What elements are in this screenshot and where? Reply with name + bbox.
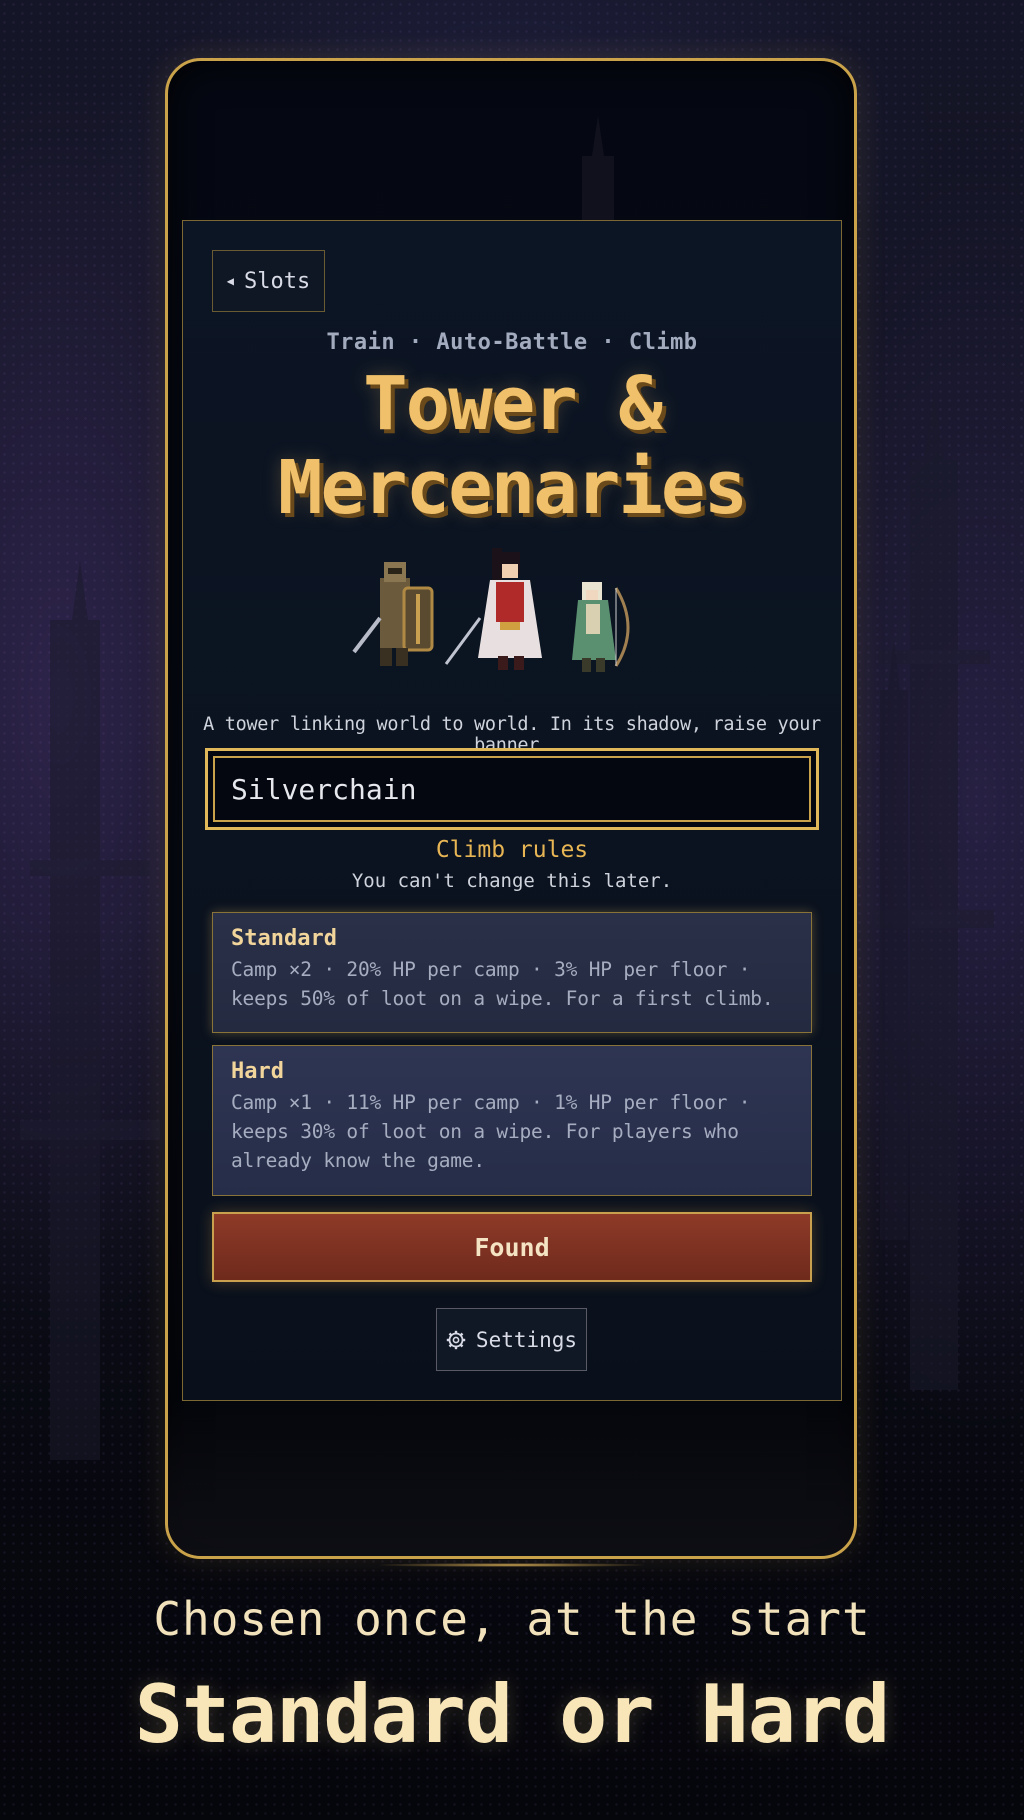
tower-silhouette <box>582 116 614 236</box>
climb-rules-heading: Climb rules <box>435 837 589 863</box>
knight-sprite <box>352 562 434 666</box>
slots-label: Slots <box>244 268 311 294</box>
rule-option-standard[interactable]: Standard Camp ×2 · 20% HP per camp · 3% … <box>212 912 812 1033</box>
gear-icon <box>446 1330 466 1349</box>
option-description: Camp ×2 · 20% HP per camp · 3% HP per fl… <box>231 958 774 1010</box>
phone-bottom-shade <box>168 1396 854 1556</box>
elf-archer-sprite <box>572 582 630 672</box>
castle-silhouette-right-2 <box>880 640 908 1240</box>
option-title: Hard <box>231 1059 284 1084</box>
settings-label: Settings <box>475 1327 578 1352</box>
mercenary-company-name-field[interactable] <box>205 748 819 830</box>
climb-rules-note: You can't change this later. <box>351 870 673 892</box>
tagline: Train · Auto-Battle · Climb <box>326 330 698 355</box>
samurai-sprite <box>444 548 542 670</box>
game-title-line-2: Mercenaries <box>277 445 748 531</box>
name-input[interactable] <box>231 772 793 806</box>
back-arrow-icon: ◀ <box>226 274 234 288</box>
rule-option-hard[interactable]: Hard Camp ×1 · 11% HP per camp · 1% HP p… <box>212 1045 812 1196</box>
caption-line-1: Chosen once, at the start <box>153 1592 871 1646</box>
castle-silhouette-left <box>20 560 160 1460</box>
game-title: Tower & Mercenaries <box>182 362 842 530</box>
divider-glow <box>380 1563 644 1567</box>
found-button[interactable]: Found <box>212 1212 812 1282</box>
settings-button[interactable]: Settings <box>436 1308 587 1371</box>
option-description: Camp ×1 · 11% HP per camp · 1% HP per fl… <box>231 1091 751 1172</box>
game-title-line-1: Tower & <box>363 361 663 447</box>
option-title: Standard <box>231 926 337 951</box>
back-to-slots-button[interactable]: ◀ Slots <box>212 250 325 312</box>
caption-line-2: Standard or Hard <box>134 1668 891 1761</box>
hero-party-illustration <box>352 548 630 672</box>
